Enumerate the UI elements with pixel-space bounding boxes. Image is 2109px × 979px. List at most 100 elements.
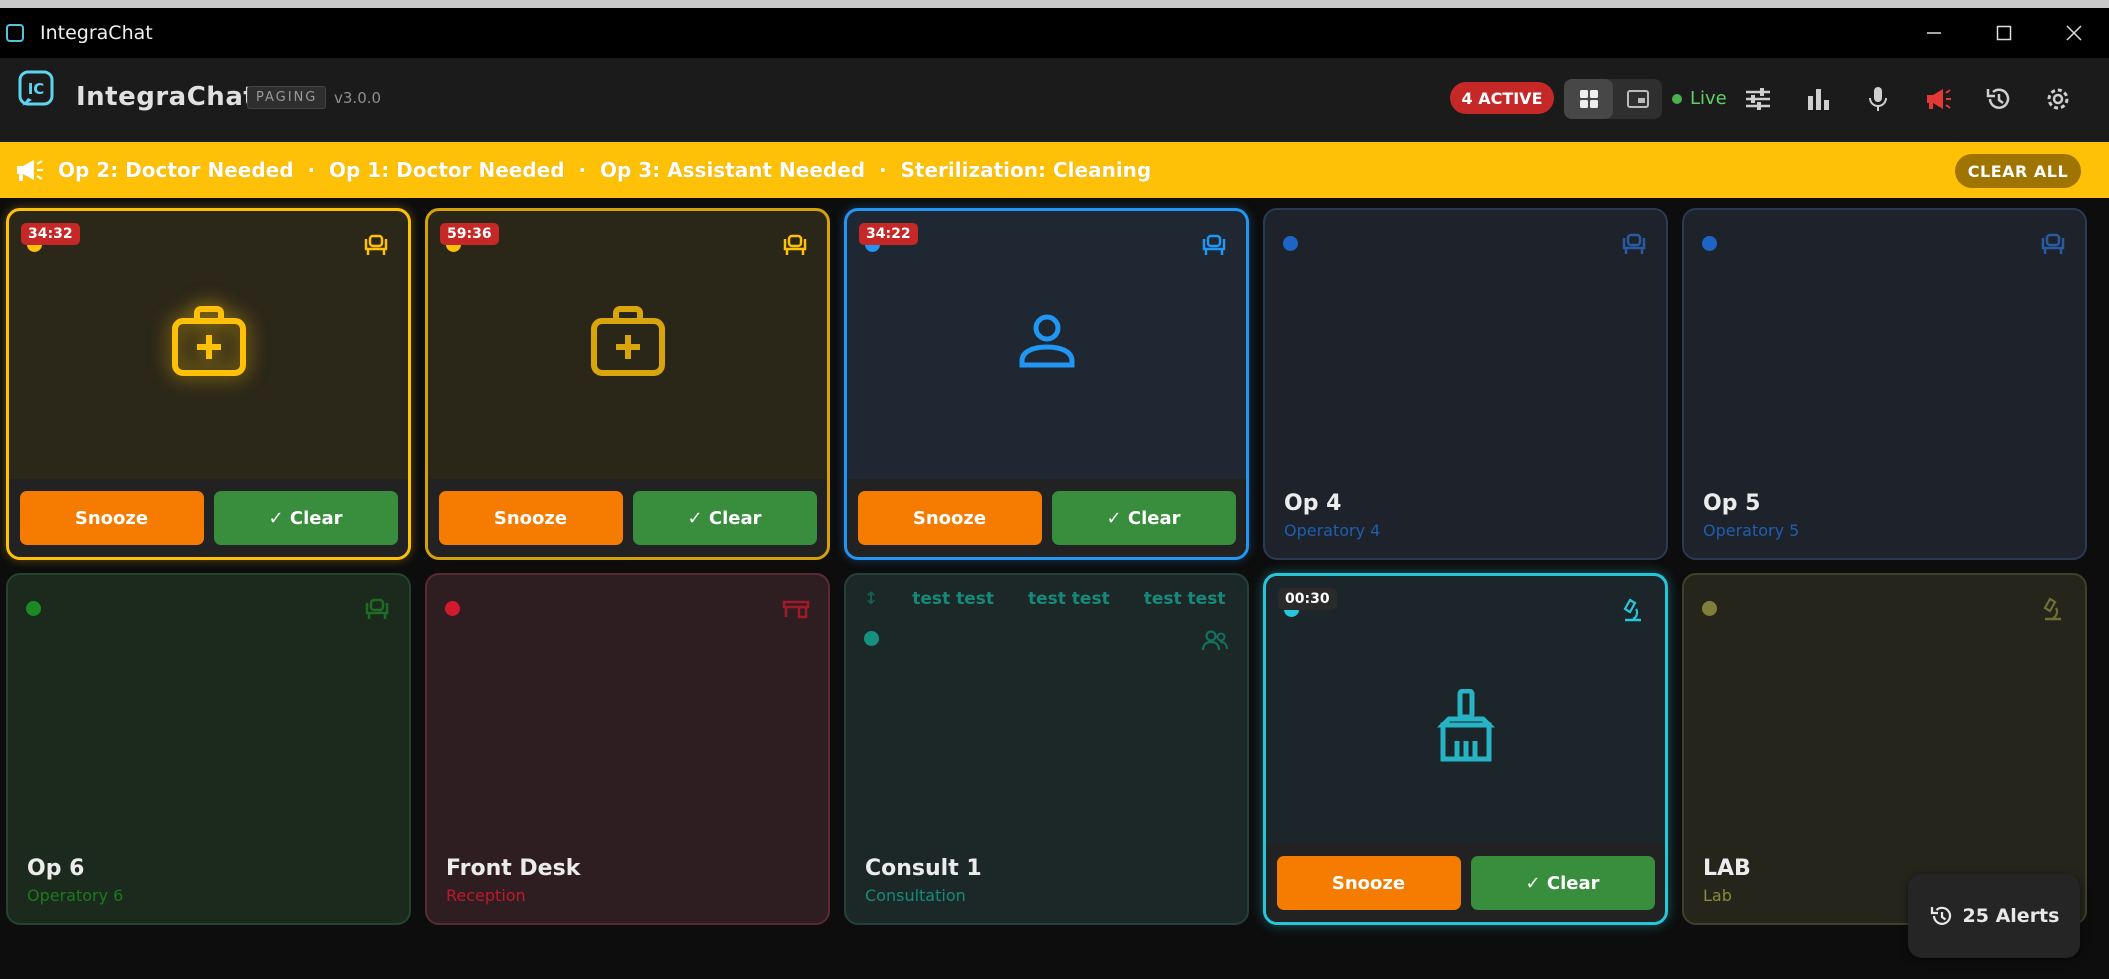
history-icon [1930, 906, 1951, 925]
elapsed-timer: 00:30 [1278, 588, 1337, 610]
grid-icon [1579, 90, 1598, 108]
window-titlebar: IntegraChat [0, 0, 2109, 58]
status-dot [1702, 236, 1717, 251]
stats-button[interactable] [1801, 82, 1835, 116]
dental-chair-icon [2041, 233, 2065, 254]
clear-button[interactable]: ✓ Clear [1051, 491, 1236, 545]
maximize-button[interactable] [1969, 8, 2039, 58]
snooze-button[interactable]: Snooze [857, 491, 1042, 545]
dental-chair-icon [364, 234, 388, 255]
note-text: test test [1027, 589, 1110, 609]
clear-button[interactable]: ✓ Clear [1470, 856, 1655, 910]
status-dot [864, 631, 879, 646]
megaphone-icon [17, 160, 43, 181]
status-dot [445, 601, 460, 616]
live-status: Live [1672, 88, 1727, 109]
room-card-op5[interactable]: Op 5 Operatory 5 [1682, 208, 2087, 560]
version-label: v3.0.0 [334, 89, 382, 107]
room-card-op1[interactable]: 34:32 Snooze ✓ Clear [6, 208, 411, 560]
microscope-icon [2043, 597, 2061, 621]
microscope-icon [1623, 598, 1641, 622]
room-card-consult-1[interactable]: ↕ test test test test test test Consult … [844, 573, 1249, 925]
dental-chair-icon [365, 598, 389, 619]
live-dot [1672, 93, 1682, 104]
room-name: Front Desk [446, 856, 581, 881]
svg-text:IC: IC [28, 80, 45, 98]
card-action-bar: Snooze ✓ Clear [428, 479, 827, 557]
people-icon [1201, 630, 1228, 651]
alert-banner: Op 2: Doctor Needed · Op 1: Doctor Neede… [0, 142, 2109, 198]
megaphone-icon [1927, 89, 1951, 109]
bar-chart-icon [1808, 89, 1829, 110]
medical-kit-icon [590, 306, 665, 376]
window-title: IntegraChat [40, 22, 153, 44]
filter-settings-button[interactable] [1741, 82, 1775, 116]
minimize-button[interactable] [1899, 8, 1969, 58]
close-window-button[interactable] [2039, 8, 2109, 58]
status-dot [26, 601, 41, 616]
clear-all-button[interactable]: CLEAR ALL [1955, 154, 2081, 188]
note-text: test test [1143, 589, 1226, 609]
room-name: Op 6 [27, 856, 85, 881]
room-name: Op 5 [1703, 491, 1761, 516]
dental-chair-icon [1202, 234, 1226, 255]
grid-view-button[interactable] [1564, 79, 1613, 119]
elapsed-timer: 34:32 [21, 223, 80, 245]
history-button[interactable] [1981, 82, 2015, 116]
mode-badge: PAGING [247, 86, 327, 109]
microphone-icon [1869, 87, 1887, 111]
app-icon [6, 24, 24, 42]
app-brand: IntegraChat [76, 82, 257, 112]
room-subtitle: Consultation [865, 886, 966, 905]
alerts-count-label: 25 Alerts [1962, 905, 2060, 927]
person-icon [1019, 314, 1074, 368]
dental-chair-icon [1622, 233, 1646, 254]
snooze-button[interactable]: Snooze [438, 491, 623, 545]
card-action-bar: Snooze ✓ Clear [1266, 844, 1665, 922]
room-card-op3[interactable]: 34:22 Snooze ✓ Clear [844, 208, 1249, 560]
integrachat-logo-icon: IC [18, 70, 54, 106]
snooze-button[interactable]: Snooze [1276, 856, 1461, 910]
room-name: LAB [1703, 856, 1751, 881]
alerts-history-button[interactable]: 25 Alerts [1908, 874, 2080, 958]
elapsed-timer: 59:36 [440, 223, 499, 245]
gear-icon [2047, 88, 2069, 110]
room-card-lab[interactable]: LAB Lab [1682, 573, 2087, 925]
picture-in-picture-icon [1626, 90, 1649, 108]
banner-alert-text: Op 2: Doctor Needed · Op 1: Doctor Neede… [58, 158, 1152, 182]
medical-kit-icon [171, 306, 246, 376]
active-count-badge[interactable]: 4 ACTIVE [1450, 82, 1554, 114]
microphone-button[interactable] [1861, 82, 1895, 116]
room-card-op6[interactable]: Op 6 Operatory 6 [6, 573, 411, 925]
history-icon [1986, 88, 2010, 109]
announce-button[interactable] [1921, 82, 1955, 116]
room-subtitle: Operatory 5 [1703, 521, 1800, 540]
tune-icon [1746, 88, 1770, 110]
clear-button[interactable]: ✓ Clear [632, 491, 817, 545]
room-subtitle: Lab [1703, 886, 1732, 905]
room-card-sterilization[interactable]: 00:30 Snooze ✓ Clear [1263, 573, 1668, 925]
card-action-bar: Snooze ✓ Clear [9, 479, 408, 557]
room-card-op4[interactable]: Op 4 Operatory 4 [1263, 208, 1668, 560]
room-subtitle: Operatory 4 [1284, 521, 1381, 540]
room-subtitle: Reception [446, 886, 526, 905]
app-header: IC IntegraChat PAGING v3.0.0 4 ACTIVE Li… [0, 58, 2109, 142]
room-subtitle: Operatory 6 [27, 886, 124, 905]
room-name: Op 4 [1284, 491, 1342, 516]
card-action-bar: Snooze ✓ Clear [847, 479, 1246, 557]
compact-view-button[interactable] [1613, 79, 1662, 119]
status-dot [1283, 236, 1298, 251]
room-card-front-desk[interactable]: Front Desk Reception [425, 573, 830, 925]
room-name: Consult 1 [865, 856, 982, 881]
note-marquee: ↕ test test test test test test [864, 589, 1226, 609]
broom-icon [1436, 689, 1495, 762]
room-card-op2[interactable]: 59:36 Snooze ✓ Clear [425, 208, 830, 560]
clear-button[interactable]: ✓ Clear [213, 491, 398, 545]
settings-button[interactable] [2041, 82, 2075, 116]
status-dot [1702, 601, 1717, 616]
note-text: test test [912, 589, 994, 609]
view-toggle [1564, 79, 1662, 119]
snooze-button[interactable]: Snooze [19, 491, 204, 545]
dental-chair-icon [783, 234, 807, 255]
elapsed-timer: 34:22 [859, 223, 918, 245]
